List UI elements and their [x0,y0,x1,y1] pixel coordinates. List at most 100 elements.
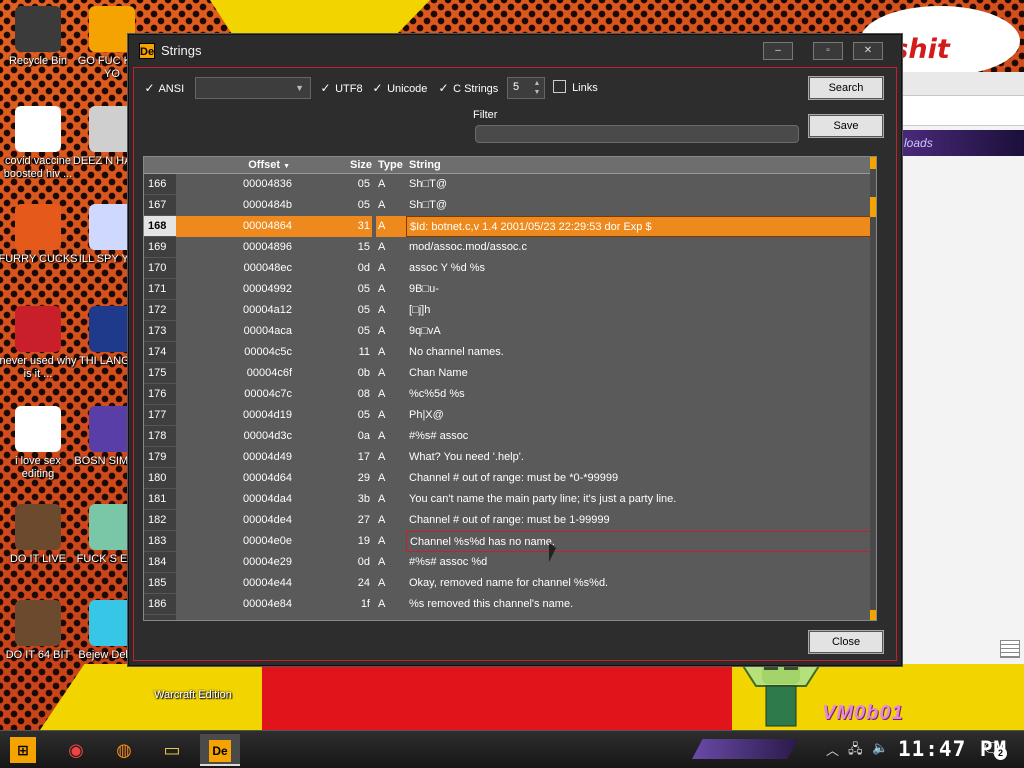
table-row[interactable]: 178 00004d3c 0a A #%s# assoc [144,426,874,447]
table-row[interactable]: 179 00004d49 17 A What? You need '.help'. [144,447,874,468]
table-row[interactable]: 174 00004c5c 11 A No channel names. [144,342,874,363]
scroll-up-icon[interactable] [870,157,876,169]
row-offset: 00004de4 [243,514,292,526]
utf8-checkbox[interactable]: ✓ UTF8 [319,79,362,97]
scroll-down-icon[interactable] [870,610,876,620]
chevron-down-icon[interactable]: ▼ [532,88,542,97]
row-string: You can't name the main party line; it's… [409,493,677,505]
file-explorer-icon[interactable]: ▭ [152,734,192,766]
table-row[interactable]: 176 00004c7c 08 A %c%5d %s [144,384,874,405]
row-type: A [378,556,386,568]
row-type: A [376,615,406,620]
row-index: 169 [144,237,176,258]
ansi-checkbox[interactable]: ✓ ANSI [143,79,184,97]
row-size: 0b [357,367,370,379]
wallpaper-red-block [262,664,732,730]
table-row[interactable]: 181 00004da4 3b A You can't name the main pa… [144,489,874,510]
desktop-icon[interactable]: FURRY CUCKS [0,204,78,266]
row-type: A [378,514,386,526]
strings-window: De Strings – ▫ ✕ ✓ ANSI ▼ ✓ UTF8 ✓ Unico… [128,34,902,666]
die-app-icon: De [139,43,155,59]
chevron-up-icon[interactable]: ▲ [532,79,542,88]
row-index: 175 [144,363,176,384]
column-size[interactable]: Size [296,157,374,174]
row-index: 171 [144,279,176,300]
start-icon[interactable]: ⊞ [10,737,36,763]
notifications-icon[interactable]: 🗨 2 [982,739,1007,761]
row-type: A [376,216,406,237]
window-titlebar[interactable]: De Strings – ▫ ✕ [129,35,901,67]
row-offset: 0000484b [243,199,292,211]
table-row[interactable]: 168 00004864 31 A $Id: botnet.c,v 1.4 2001/0… [144,216,874,237]
row-size: 05 [357,325,370,337]
table-scrollbar[interactable] [870,157,876,620]
row-size: 05 [357,283,370,295]
filter-input[interactable] [475,125,799,143]
column-string[interactable]: String [406,157,866,174]
die-taskbar-button[interactable]: De [200,734,240,766]
table-row[interactable]: 167 0000484b 05 A Sh□T@ [144,195,874,216]
minimize-button[interactable]: – [763,42,793,60]
row-index: 184 [144,552,176,573]
desktop-icon[interactable]: never used why is it ... [0,306,78,381]
column-offset[interactable]: Offset ▼ [176,157,296,174]
table-row[interactable]: 171 00004992 05 A 9B□u- [144,279,874,300]
row-size: 0d [357,262,370,274]
table-row[interactable]: 182 00004de4 27 A Channel # out of range: mu… [144,510,874,531]
row-size: 1f [360,598,370,610]
desktop-icon[interactable]: DO IT 64 BIT [0,600,78,662]
table-row[interactable]: 180 00004d64 29 A Channel # out of range: mu… [144,468,874,489]
maximize-button[interactable]: ▫ [813,42,843,60]
table-row[interactable]: 184 00004e29 0d A #%s# assoc %d [144,552,874,573]
table-row[interactable]: 185 00004e44 24 A Okay, removed name for cha… [144,573,874,594]
min-length-stepper[interactable]: 5 ▲ ▼ [507,77,545,99]
row-string: assoc %d 0 [406,615,874,620]
ansi-encoding-dropdown[interactable]: ▼ [195,77,311,99]
row-index: 187 [144,615,176,620]
row-string: #%s# assoc [409,430,469,442]
table-row[interactable]: 170 000048ec 0d Aassoc Y %d %s [144,258,874,279]
desktop-icon[interactable]: Recycle Bin [0,6,78,68]
table-row[interactable]: 166 00004836 05 A Sh□T@ [144,174,874,195]
table-row[interactable]: 175 00004c6f 0b A Chan Name [144,363,874,384]
table-row[interactable]: 183 00004e0e 19 A Channel %s%d has no name. [144,531,874,552]
firefox-icon[interactable]: ◍ [104,734,144,766]
row-index: 174 [144,342,176,363]
show-hidden-icons-icon[interactable]: ︿ [826,740,839,759]
desktop-icon[interactable]: covid vaccine boosted hiv ... [0,106,78,181]
desktop-icon-label: covid vaccine boosted hiv ... [3,155,73,180]
table-row[interactable]: 169 00004896 15 Amod/assoc.mod/assoc.c [144,237,874,258]
scrollbar-thumb[interactable] [870,197,876,217]
table-row[interactable]: 173 00004aca 05 A 9q□vA [144,321,874,342]
search-button[interactable]: Search [808,76,884,100]
cstrings-checkbox[interactable]: ✓ C Strings [437,79,498,97]
row-offset: 00004e44 [243,577,292,589]
chrome-icon[interactable]: ◉ [56,734,96,766]
links-checkbox[interactable]: Links [553,79,598,97]
row-index: 166 [144,174,176,195]
column-type[interactable]: Type [376,157,406,174]
volume-icon[interactable]: 🔈 [872,740,888,756]
row-offset: 00004a12 [243,304,292,316]
row-index: 186 [144,594,176,615]
table-row[interactable]: 177 00004d19 05 A Ph|X@ [144,405,874,426]
empty-checkbox-icon [553,80,566,93]
row-offset: 00004e84 [243,598,292,610]
row-offset: 00004e0e [243,535,292,547]
network-icon[interactable]: 🖧 [848,740,863,762]
unicode-checkbox[interactable]: ✓ Unicode [371,79,427,97]
close-window-button[interactable]: ✕ [853,42,883,60]
table-row[interactable]: 186 00004e84 1f A %s removed this channel's … [144,594,874,615]
row-type: A [378,409,386,421]
row-string: 9q□vA [409,325,441,337]
table-row[interactable]: 172 00004a12 05 A [□j]h [144,300,874,321]
unicode-label: Unicode [387,83,428,95]
table-row[interactable]: 18700004ea50a Aassoc %d 0 [144,615,874,620]
row-offset: 00004d64 [243,472,292,484]
row-size: 15 [357,241,370,253]
close-button[interactable]: Close [808,630,884,654]
desktop-icon[interactable]: i love sex editing [0,406,78,481]
row-offset: 000048ec [243,262,292,274]
desktop-icon[interactable]: DO IT LIVE [0,504,78,566]
save-button[interactable]: Save [808,114,884,138]
